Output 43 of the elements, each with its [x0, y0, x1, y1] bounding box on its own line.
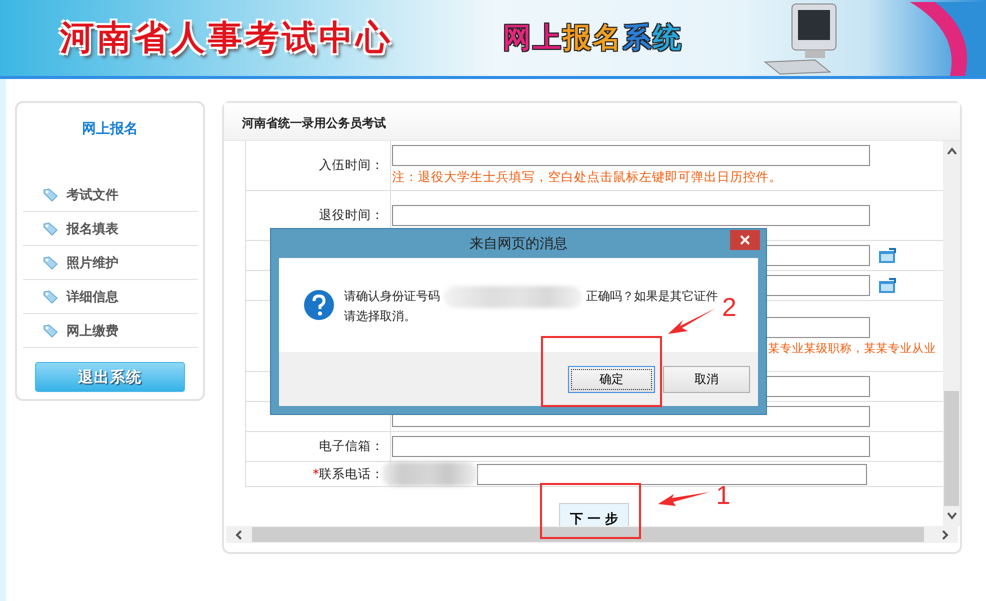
scroll-right-icon[interactable] [940, 528, 950, 540]
site-title: 河南省人事考试中心 [60, 17, 393, 60]
cancel-button[interactable]: 取消 [663, 366, 750, 392]
panel-title: 河南省统一录用公务员考试 [242, 115, 386, 132]
sidebar-link[interactable]: 照片维护 [66, 254, 118, 272]
close-icon [740, 235, 750, 245]
field-label: 入伍时间： [319, 157, 384, 174]
scroll-left-icon[interactable] [234, 528, 244, 540]
system-name: 网上报名系统 [503, 20, 683, 56]
dialog-message: 请确认身份证号码 [344, 288, 440, 305]
vertical-scrollbar[interactable] [943, 141, 960, 526]
input-field[interactable] [477, 464, 867, 484]
calendar-picker-icon[interactable] [878, 278, 898, 294]
field-note: 某专业某级职称，某某专业从业 [768, 340, 937, 356]
step-number: 2 [722, 292, 736, 323]
next-button[interactable]: 下 一 步 [559, 503, 629, 526]
calendar-picker-icon[interactable] [878, 248, 898, 264]
field-note: 注：退役大学生士兵填写，空白处点击鼠标左键即可弹出日历控件。 [392, 169, 783, 186]
tag-icon [42, 324, 58, 338]
horizontal-scrollbar[interactable] [226, 526, 958, 543]
close-button[interactable] [730, 230, 760, 250]
step-number: 1 [716, 480, 730, 511]
field-label: *联系电话： [312, 466, 384, 482]
input-field[interactable] [392, 145, 870, 166]
tag-icon [42, 256, 58, 270]
sidebar-link[interactable]: 考试文件 [66, 186, 118, 204]
tag-icon [42, 222, 58, 236]
ok-button[interactable]: 确定 [568, 366, 655, 392]
dialog-message: 正确吗？如果是其它证件 [586, 288, 718, 305]
input-field[interactable] [392, 205, 870, 226]
tag-icon [42, 290, 58, 304]
sidebar-link[interactable]: 报名填表 [66, 220, 118, 238]
field-label: 电子信箱： [319, 438, 384, 455]
dialog-title: 来自网页的消息 [470, 234, 568, 252]
tag-icon [42, 188, 58, 202]
sidebar-link[interactable]: 网上缴费 [66, 322, 118, 340]
field-label: 退役时间： [319, 207, 384, 224]
sidebar-link[interactable]: 详细信息 [66, 288, 118, 306]
arrow-icon [656, 490, 712, 508]
sidebar-title: 网上报名 [82, 120, 138, 138]
question-icon [304, 290, 334, 320]
input-field[interactable] [392, 436, 870, 457]
dialog-message: 请选择取消。 [344, 308, 416, 322]
